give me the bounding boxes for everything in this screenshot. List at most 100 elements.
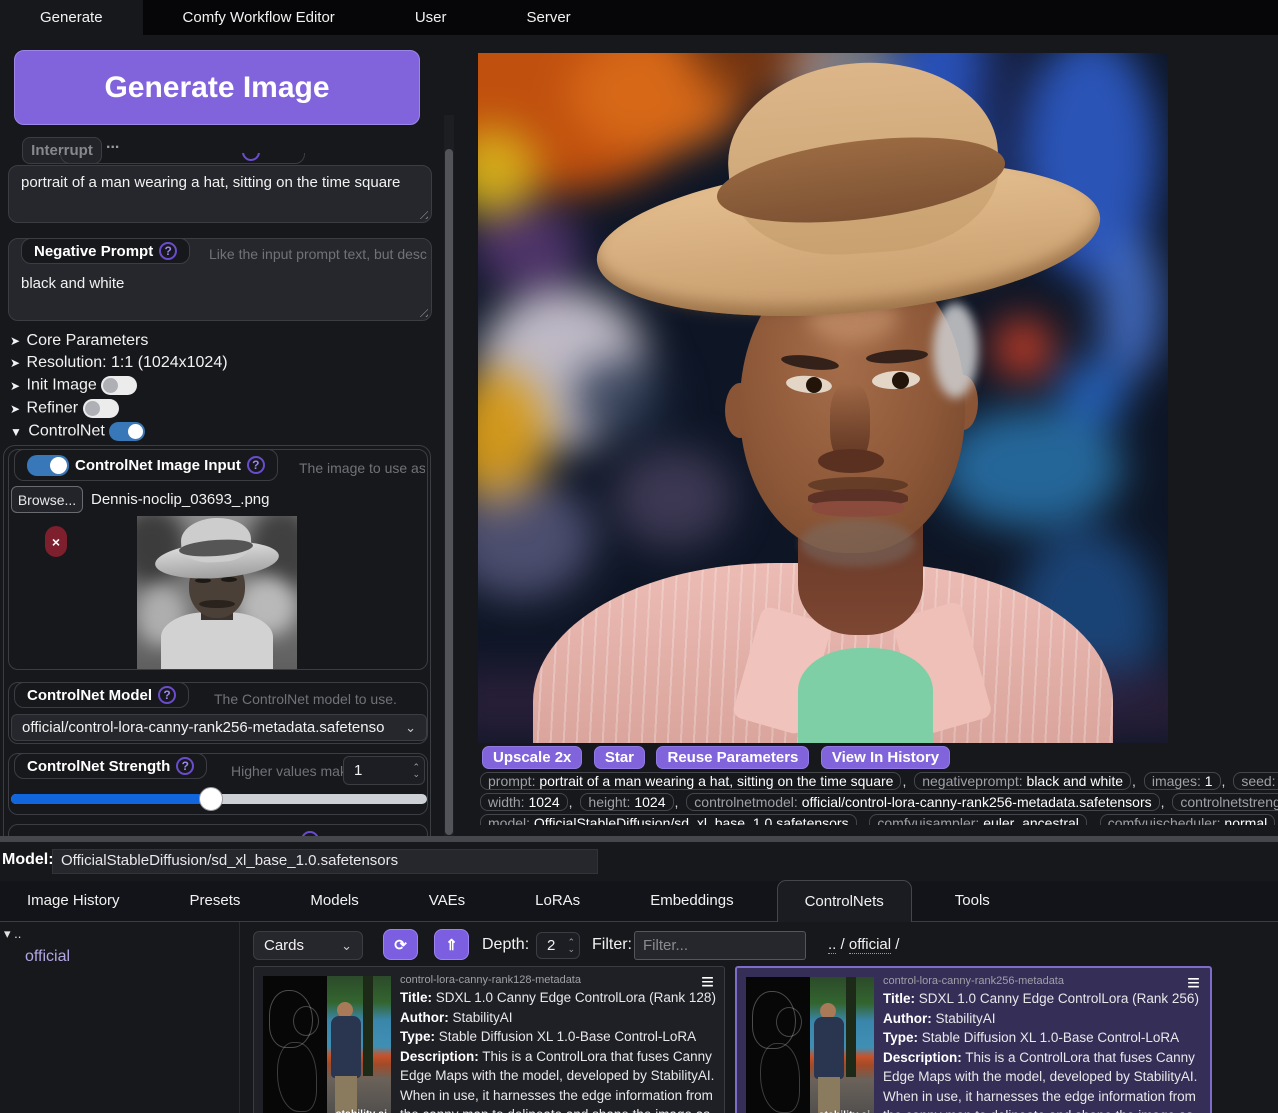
chevron-down-icon: ⌄ bbox=[341, 938, 352, 954]
negative-prompt-label: Negative Prompt ? bbox=[21, 238, 190, 264]
swarmui-app: Generate Comfy Workflow Editor User Serv… bbox=[0, 0, 1278, 1113]
breadcrumb: .. / official / bbox=[828, 936, 899, 953]
card-details: Title: SDXL 1.0 Canny Edge ControlLora (… bbox=[400, 988, 722, 1113]
tab-models[interactable]: Models bbox=[283, 881, 385, 921]
controlnet-model-box: ControlNet Model ? The ControlNet model … bbox=[8, 682, 428, 744]
upscale-2x-button[interactable]: Upscale 2x bbox=[482, 746, 582, 769]
controlnet-card-rank256[interactable]: stability ai control-lora-canny-rank256-… bbox=[735, 966, 1212, 1113]
meta-comfyuisampler: comfyuisampler: euler_ancestral bbox=[869, 814, 1087, 825]
tab-image-history[interactable]: Image History bbox=[0, 881, 147, 921]
control-image-filename: Dennis-noclip_03693_.png bbox=[91, 491, 269, 508]
breadcrumb-official[interactable]: official bbox=[849, 936, 891, 954]
controlnet-group: ControlNet Image Input ? The image to us… bbox=[3, 445, 431, 836]
more-options-button[interactable]: ... bbox=[106, 135, 119, 153]
prompt-input[interactable]: portrait of a man wearing a hat, sitting… bbox=[9, 166, 431, 222]
nav-tab-server[interactable]: Server bbox=[486, 0, 610, 35]
slider-fill bbox=[11, 794, 211, 804]
image-actions: Upscale 2x Star Reuse Parameters View In… bbox=[482, 746, 957, 769]
metadata-line-3: model: OfficialStableDiffusion/sd_xl_bas… bbox=[480, 814, 1278, 825]
controlnet-model-select[interactable]: official/control-lora-canny-rank256-meta… bbox=[11, 714, 427, 741]
help-icon[interactable]: ? bbox=[176, 757, 194, 775]
controlnet-browser: ▾ .. official Cards ⌄ ⟳ ⇑ Depth: 2 ⌃ ⌄ F… bbox=[0, 922, 1278, 1113]
meta-comfyuischeduler: comfyuischeduler: normal bbox=[1100, 814, 1276, 825]
meta-height: height: 1024 bbox=[580, 793, 673, 811]
section-refiner[interactable]: ➤ Refiner bbox=[10, 399, 119, 418]
tab-embeddings[interactable]: Embeddings bbox=[623, 881, 760, 921]
slider-knob[interactable] bbox=[199, 787, 223, 811]
negative-prompt-box: Negative Prompt ? Like the input prompt … bbox=[8, 238, 432, 321]
tree-folder-official[interactable]: official bbox=[25, 948, 70, 966]
top-navbar: Generate Comfy Workflow Editor User Serv… bbox=[0, 0, 1278, 35]
nav-tab-generate[interactable]: Generate bbox=[0, 0, 143, 35]
controlnet-model-label: ControlNet Model ? bbox=[14, 682, 189, 708]
nav-tab-comfy-workflow-editor[interactable]: Comfy Workflow Editor bbox=[143, 0, 375, 35]
chevron-down-icon: ⌄ bbox=[405, 720, 416, 736]
help-icon[interactable]: ? bbox=[159, 242, 177, 260]
card-thumbnail: stability ai bbox=[746, 977, 874, 1113]
refiner-toggle[interactable] bbox=[83, 399, 119, 418]
controlnet-strength-slider[interactable] bbox=[11, 794, 427, 804]
controlnet-strength-box: ControlNet Strength ? Higher values mak … bbox=[8, 753, 428, 815]
depth-label: Depth: bbox=[482, 936, 529, 954]
stability-watermark: stability ai bbox=[819, 1109, 870, 1113]
star-button[interactable]: Star bbox=[594, 746, 645, 769]
section-controlnet[interactable]: ▼ ControlNet bbox=[10, 422, 145, 441]
meta-images: images: 1 bbox=[1144, 772, 1221, 790]
controlnet-strength-number[interactable]: 1 ⌃ ⌄ bbox=[343, 756, 425, 785]
caret-right-icon: ➤ bbox=[10, 379, 20, 393]
upload-icon: ⇑ bbox=[445, 936, 458, 954]
generated-image[interactable] bbox=[478, 53, 1168, 743]
model-value-field[interactable]: OfficialStableDiffusion/sd_xl_base_1.0.s… bbox=[52, 849, 598, 874]
refresh-button[interactable]: ⟳ bbox=[383, 929, 418, 960]
browse-button[interactable]: Browse... bbox=[11, 486, 83, 513]
controlnet-image-input-box: ControlNet Image Input ? The image to us… bbox=[8, 449, 428, 670]
help-icon[interactable]: ? bbox=[158, 686, 176, 704]
stepper-icons[interactable]: ⌃ ⌄ bbox=[412, 764, 420, 778]
meta-seed: seed: 1 bbox=[1233, 772, 1278, 790]
view-in-history-button[interactable]: View In History bbox=[821, 746, 950, 769]
tab-loras[interactable]: LoRAs bbox=[508, 881, 607, 921]
remove-image-button[interactable]: × bbox=[45, 526, 67, 557]
left-panel-scrollbar[interactable] bbox=[444, 115, 454, 836]
card-thumbnail: stability ai bbox=[263, 976, 391, 1113]
section-core-parameters[interactable]: ➤ Core Parameters bbox=[10, 332, 148, 350]
filter-input[interactable] bbox=[634, 931, 806, 960]
section-resolution[interactable]: ➤ Resolution: 1:1 (1024x1024) bbox=[10, 354, 228, 372]
controlnet-toggle[interactable] bbox=[109, 422, 145, 441]
metadata-line-2: width: 1024, height: 1024, controlnetmod… bbox=[480, 793, 1278, 814]
caret-right-icon: ➤ bbox=[10, 402, 20, 416]
breadcrumb-up[interactable]: .. bbox=[828, 936, 836, 954]
prompt-box: portrait of a man wearing a hat, sitting… bbox=[8, 165, 432, 223]
control-image-thumbnail[interactable] bbox=[137, 516, 297, 669]
controlnet-image-input-toggle[interactable] bbox=[27, 455, 69, 476]
view-mode-select[interactable]: Cards ⌄ bbox=[253, 931, 363, 960]
stepper-icons[interactable]: ⌃ ⌄ bbox=[567, 939, 575, 953]
caret-right-icon: ➤ bbox=[10, 356, 20, 370]
tab-controlnets[interactable]: ControlNets bbox=[777, 880, 912, 922]
tree-caret-icon: ▾ bbox=[4, 926, 11, 941]
tab-tools[interactable]: Tools bbox=[928, 881, 1017, 921]
init-image-toggle[interactable] bbox=[101, 376, 137, 395]
caret-right-icon: ➤ bbox=[10, 334, 20, 348]
meta-prompt: prompt: portrait of a man wearing a hat,… bbox=[480, 772, 901, 790]
filter-label: Filter: bbox=[592, 936, 632, 954]
controlnet-image-input-label: ControlNet Image Input ? bbox=[14, 449, 278, 481]
tab-vaes[interactable]: VAEs bbox=[402, 881, 492, 921]
meta-width: width: 1024 bbox=[480, 793, 568, 811]
nav-tab-user[interactable]: User bbox=[375, 0, 487, 35]
generate-image-button[interactable]: Generate Image bbox=[14, 50, 420, 125]
generate-settings-panel: Generate Image Interrupt ... portrait of… bbox=[0, 35, 460, 836]
meta-model: model: OfficialStableDiffusion/sd_xl_bas… bbox=[480, 814, 857, 825]
upload-button[interactable]: ⇑ bbox=[434, 929, 469, 960]
reuse-parameters-button[interactable]: Reuse Parameters bbox=[656, 746, 809, 769]
tree-root-item[interactable]: ▾ .. bbox=[4, 926, 21, 942]
help-icon[interactable]: ? bbox=[247, 456, 265, 474]
section-init-image[interactable]: ➤ Init Image bbox=[10, 376, 137, 395]
meta-controlnetmodel: controlnetmodel: official/control-lora-c… bbox=[686, 793, 1159, 811]
metadata-line-1: prompt: portrait of a man wearing a hat,… bbox=[480, 772, 1278, 793]
scrollbar-thumb[interactable] bbox=[445, 149, 453, 835]
tab-presets[interactable]: Presets bbox=[163, 881, 268, 921]
negative-prompt-input[interactable]: black and white bbox=[9, 267, 431, 320]
depth-number[interactable]: 2 ⌃ ⌄ bbox=[536, 932, 580, 959]
controlnet-card-rank128[interactable]: stability ai control-lora-canny-rank128-… bbox=[253, 966, 725, 1113]
